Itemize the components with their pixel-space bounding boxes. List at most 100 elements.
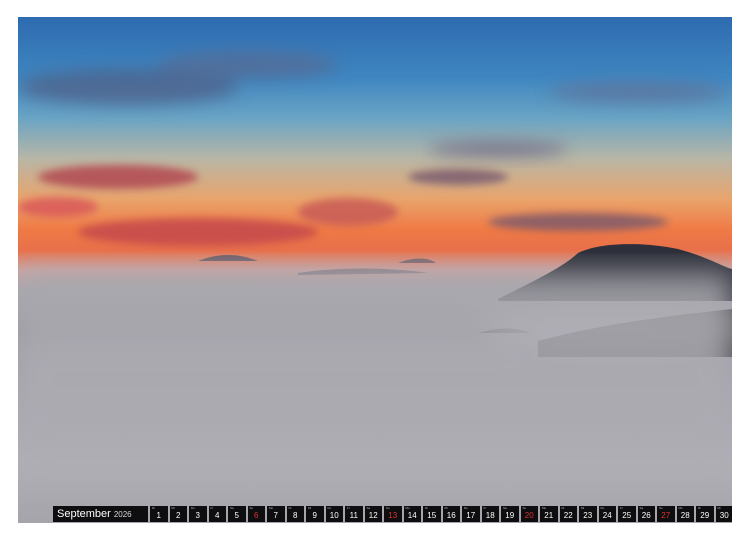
day-cell: Fr 4 (208, 506, 226, 522)
day-number: 16 (446, 511, 456, 520)
day-cell: Do 24 (598, 506, 616, 522)
weekday-abbr: Mo (542, 506, 547, 510)
weekday-abbr: Do (600, 506, 605, 510)
sunset-clouds (18, 51, 732, 457)
weekday-abbr: Mo (405, 506, 410, 510)
weekday-abbr: Mo (269, 506, 274, 510)
day-cell: Di 29 (696, 506, 714, 522)
weekday-abbr: Di (698, 506, 701, 510)
day-cell: Di 1 (150, 506, 168, 522)
weekday-abbr: Sa (503, 506, 507, 510)
day-number: 10 (329, 511, 339, 520)
day-number: 15 (427, 511, 437, 520)
year-label: 2026 (113, 509, 132, 519)
day-number: 20 (524, 511, 534, 520)
day-cells: Di 1 Mi 2 Do 3 Fr 4 Sa 5 So 6 Mo 7 Di 8 Mi 9 Do 10 Fr 11 Sa 12 S… (150, 506, 732, 522)
day-number: 3 (195, 511, 200, 520)
day-number: 19 (505, 511, 515, 520)
weekday-abbr: Sa (230, 506, 234, 510)
day-number: 28 (680, 511, 690, 520)
weekday-abbr: So (386, 506, 390, 510)
day-cell: Di 22 (559, 506, 577, 522)
day-number: 9 (312, 511, 317, 520)
day-cell: Sa 19 (501, 506, 519, 522)
day-cell: Mo 21 (540, 506, 558, 522)
weekday-abbr: So (249, 506, 254, 510)
day-cell: Do 10 (325, 506, 343, 522)
weekday-abbr: Mi (444, 506, 448, 510)
day-number: 4 (215, 511, 220, 520)
day-number: 8 (293, 511, 298, 520)
weekday-abbr: Sa (639, 506, 644, 510)
day-cell: Di 8 (286, 506, 304, 522)
day-cell: Sa 26 (637, 506, 655, 522)
weekday-abbr: Di (152, 506, 155, 510)
weekday-abbr: Sa (366, 506, 371, 510)
day-number: 2 (176, 511, 181, 520)
day-number: 11 (349, 511, 358, 520)
cloud (298, 198, 398, 226)
day-cell: Mi 16 (442, 506, 460, 522)
weekday-abbr: Mi (581, 506, 585, 510)
day-cell: Mo 28 (676, 506, 694, 522)
day-cell: Mo 14 (403, 506, 421, 522)
day-cell: So 20 (520, 506, 538, 522)
weekday-abbr: Di (288, 506, 292, 510)
month-label-cell: September 2026 (53, 506, 148, 522)
day-cell: Fr 11 (345, 506, 363, 522)
day-cell: Mi 9 (306, 506, 324, 522)
day-cell: Mi 30 (715, 506, 732, 522)
weekday-abbr: Mo (678, 506, 683, 510)
day-number: 27 (661, 511, 671, 520)
weekday-abbr: Fr (210, 506, 214, 510)
cloud (428, 141, 568, 157)
day-number: 12 (368, 511, 378, 520)
cloud (18, 197, 98, 217)
day-cell: Di 15 (423, 506, 441, 522)
cloud (78, 218, 318, 246)
weekday-abbr: Mi (171, 506, 175, 510)
weekday-abbr: Do (464, 506, 468, 510)
weekday-abbr: Do (327, 506, 332, 510)
weekday-abbr: Do (191, 506, 195, 510)
day-number: 17 (466, 511, 476, 520)
day-number: 18 (485, 511, 495, 520)
day-number: 23 (583, 511, 593, 520)
day-number: 22 (563, 511, 573, 520)
day-cell: Mo 7 (267, 506, 285, 522)
day-cell: So 27 (657, 506, 675, 522)
weekday-abbr: Di (425, 506, 428, 510)
day-cell: Sa 12 (364, 506, 382, 522)
calendar-page: September 2026 Di 1 Mi 2 Do 3 Fr 4 Sa 5 So 6 Mo 7 Di 8 M… (18, 17, 732, 523)
month-name: September (57, 508, 111, 520)
weekday-abbr: Di (561, 506, 565, 510)
day-number: 26 (641, 511, 651, 520)
day-number: 21 (544, 511, 554, 520)
day-number: 30 (719, 511, 729, 520)
day-number: 24 (602, 511, 612, 520)
day-cell: Do 3 (189, 506, 207, 522)
weekday-abbr: Mi (717, 506, 721, 510)
day-cell: Mi 23 (579, 506, 597, 522)
day-cell: Do 17 (462, 506, 480, 522)
day-number: 7 (273, 511, 278, 520)
day-cell: Mi 2 (169, 506, 187, 522)
cloud (408, 169, 508, 185)
day-cell: Fr 18 (481, 506, 499, 522)
day-number: 5 (234, 511, 239, 520)
day-cell: So 13 (384, 506, 402, 522)
weekday-abbr: So (522, 506, 527, 510)
day-number: 25 (622, 511, 632, 520)
day-cell: Sa 5 (228, 506, 246, 522)
cloud (158, 51, 338, 79)
day-number: 14 (407, 511, 417, 520)
cloud (548, 82, 728, 102)
cloud (488, 213, 668, 231)
day-cell: So 6 (247, 506, 265, 522)
day-number: 6 (254, 511, 259, 520)
day-number: 13 (388, 511, 398, 520)
weekday-abbr: Fr (483, 506, 487, 510)
weekday-abbr: Fr (347, 506, 350, 510)
cloud (38, 165, 198, 189)
weekday-abbr: So (659, 506, 663, 510)
